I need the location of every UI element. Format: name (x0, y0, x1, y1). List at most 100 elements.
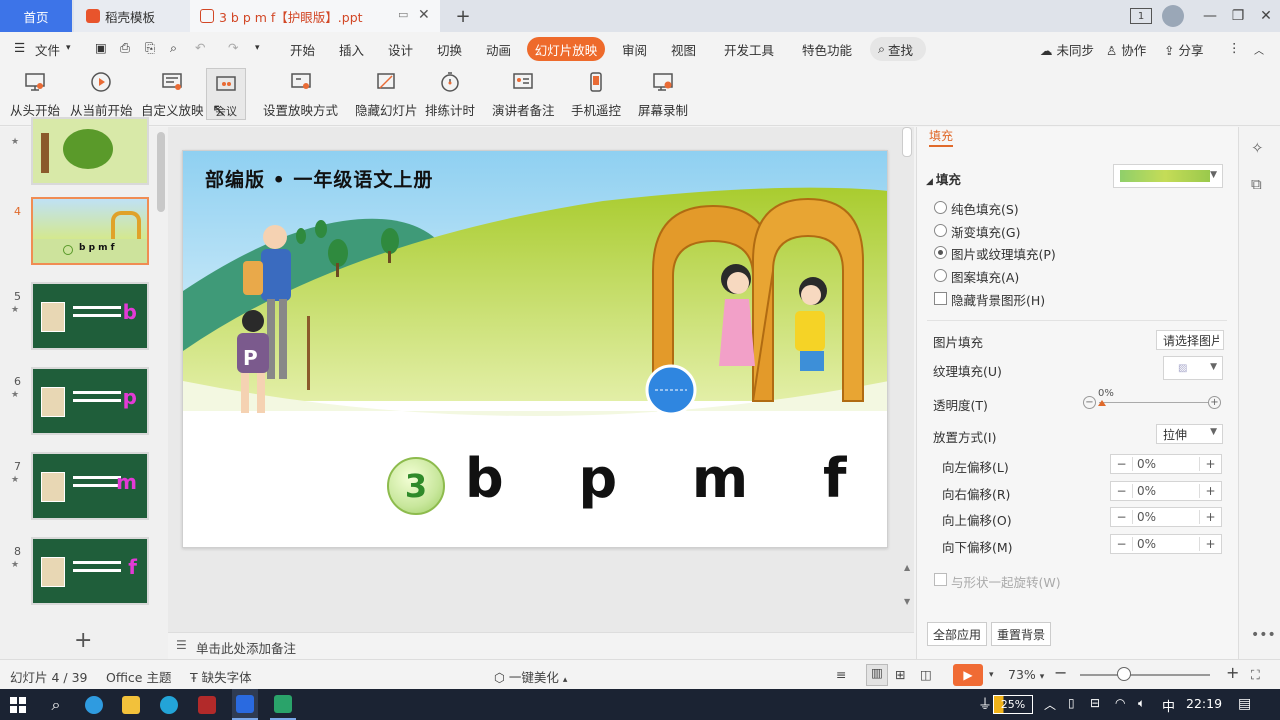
slide-thumbnail[interactable] (31, 117, 149, 185)
minimize-icon[interactable]: — (1200, 6, 1220, 26)
option-label[interactable]: 图案填充(A) (951, 267, 1019, 286)
ie-browser-icon[interactable] (157, 689, 181, 720)
slide-letters[interactable]: b p m f (465, 447, 874, 510)
menu-design[interactable]: 设计 (388, 40, 413, 59)
radio-picture-fill[interactable] (934, 246, 947, 259)
zoom-in-button[interactable]: + (1226, 663, 1239, 682)
notes-placeholder[interactable]: 单击此处添加备注 (196, 638, 296, 657)
radio-gradient-fill[interactable] (934, 224, 947, 237)
notes-bar[interactable]: ☰ 单击此处添加备注 (168, 632, 914, 659)
minus-icon[interactable]: − (1111, 484, 1133, 498)
menu-animation[interactable]: 动画 (486, 40, 511, 59)
slide-thumbnail[interactable]: f (31, 537, 149, 605)
zoom-slider-knob[interactable] (1117, 667, 1131, 681)
power-plug-icon[interactable]: ⏚ (978, 694, 992, 714)
tab-monitor-icon[interactable]: ▭ (398, 8, 408, 21)
redo-icon[interactable]: ↷ (228, 40, 238, 55)
restore-icon[interactable]: ❐ (1228, 6, 1248, 26)
save-icon[interactable]: ▣ (95, 40, 107, 55)
fit-window-icon[interactable]: ⛶ (1251, 667, 1260, 683)
offset-right-stepper[interactable]: −0% + (1110, 481, 1222, 501)
checkbox-rotate-with-shape[interactable] (934, 573, 947, 586)
radio-pattern-fill[interactable] (934, 269, 947, 282)
option-label[interactable]: 图片或纹理填充(P) (951, 244, 1056, 263)
collab-button[interactable]: ♙ 协作 (1106, 40, 1146, 59)
zoom-level[interactable]: 73% ▾ (1008, 667, 1044, 682)
pin-icon[interactable]: ✧ (1251, 139, 1264, 157)
chevron-down-icon[interactable]: ▾ (66, 43, 71, 53)
option-label[interactable]: 渐变填充(G) (951, 222, 1020, 241)
search-icon[interactable]: ⌕ (44, 689, 68, 720)
transparency-slider[interactable] (1099, 402, 1209, 403)
minus-icon[interactable]: − (1111, 510, 1133, 524)
notes-toggle-icon[interactable]: ≡ (836, 667, 846, 682)
ribbon-rehearse-timing[interactable]: 排练计时 (425, 68, 475, 119)
slide-thumbnail[interactable]: m (31, 452, 149, 520)
offset-value[interactable]: 0% (1133, 537, 1199, 551)
offset-value[interactable]: 0% (1133, 510, 1199, 524)
ribbon-custom-show[interactable]: 自定义放映 (141, 68, 204, 119)
sync-status[interactable]: ☁ 未同步 (1040, 40, 1094, 59)
menu-insert[interactable]: 插入 (339, 40, 364, 59)
notification-icon[interactable]: ▤ (1238, 696, 1251, 712)
ribbon-phone-remote[interactable]: 手机遥控 (571, 68, 621, 119)
transparency-plus-button[interactable]: + (1208, 396, 1221, 409)
ribbon-speaker-notes[interactable]: 演讲者备注 (492, 68, 555, 119)
menu-review[interactable]: 审阅 (622, 40, 647, 59)
slide-title[interactable]: 部编版 • 一年级语文上册 (205, 165, 433, 192)
battery-indicator[interactable]: 25% (993, 695, 1033, 714)
menu-transition[interactable]: 切换 (437, 40, 462, 59)
ribbon-show-settings[interactable]: 设置放映方式 (263, 68, 338, 119)
plus-icon[interactable]: + (1199, 457, 1221, 471)
windows-start-icon[interactable] (6, 689, 30, 720)
option-label[interactable]: 隐藏背景图形(H) (951, 290, 1045, 309)
menu-devtools[interactable]: 开发工具 (724, 40, 774, 59)
more-icon[interactable]: ••• (1251, 627, 1276, 643)
minus-icon[interactable]: − (1111, 537, 1133, 551)
share-button[interactable]: ⇪ 分享 (1164, 40, 1203, 59)
tab-close-icon[interactable]: ✕ (418, 7, 430, 23)
offset-left-stepper[interactable]: −0% + (1110, 454, 1222, 474)
wifi-icon[interactable]: ◠ (1115, 696, 1125, 710)
copy-format-icon[interactable]: ⧉ (1251, 175, 1262, 193)
offset-value[interactable]: 0% (1133, 484, 1199, 498)
transparency-minus-button[interactable]: − (1083, 396, 1096, 409)
reading-view-icon[interactable]: ◫ (920, 667, 932, 682)
offset-bottom-stepper[interactable]: −0% + (1110, 534, 1222, 554)
option-label[interactable]: 纯色填充(S) (951, 199, 1019, 218)
menu-view[interactable]: 视图 (671, 40, 696, 59)
menu-file[interactable]: 文件 (35, 40, 60, 59)
checkbox-hide-bg-graphics[interactable] (934, 292, 947, 305)
wps-presentation-icon[interactable] (270, 689, 296, 720)
add-slide-button[interactable]: + (74, 628, 92, 653)
collapse-ribbon-icon[interactable]: ︿ (1254, 42, 1264, 57)
new-tab-button[interactable]: + (452, 0, 474, 32)
network-icon[interactable]: ⊟ (1090, 696, 1100, 710)
menu-special[interactable]: 特色功能 (802, 40, 852, 59)
print-icon[interactable]: ⎘ (145, 40, 155, 56)
texture-fill-select[interactable]: ▨ ▼ (1163, 356, 1223, 380)
ribbon-hide-slide[interactable]: 隐藏幻灯片 (355, 68, 418, 119)
lesson-number-badge[interactable]: 3 (387, 457, 445, 515)
beautify-button[interactable]: ⬡ 一键美化 ▴ (494, 667, 567, 686)
plus-icon[interactable]: + (1199, 510, 1221, 524)
file-explorer-icon[interactable] (119, 689, 143, 720)
menu-start[interactable]: 开始 (290, 40, 315, 59)
edge-browser-icon[interactable] (82, 689, 106, 720)
volume-icon[interactable]: 🔈︎ (1138, 696, 1145, 711)
editor-scrollbar[interactable] (902, 127, 912, 157)
preview-icon[interactable]: ⌕ (170, 40, 177, 56)
tab-document[interactable]: 3 b p m f【护眼版】.ppt ▭ ✕ (190, 0, 440, 32)
plus-icon[interactable]: + (1199, 537, 1221, 551)
wps-writer-icon[interactable] (232, 689, 258, 720)
scroll-down-icon[interactable]: ▼ (904, 597, 910, 606)
tab-template[interactable]: 稻壳模板 (74, 0, 190, 32)
slide-canvas[interactable]: P 部编版 • 一年级语文上册 3 b p m f (182, 150, 888, 548)
slide-thumbnail[interactable]: b (31, 282, 149, 350)
zoom-slider[interactable] (1080, 674, 1210, 676)
ribbon-screen-record[interactable]: 屏幕录制 (638, 68, 688, 119)
theme-name[interactable]: Office 主题 (106, 667, 171, 686)
ime-indicator[interactable]: 中 (1162, 696, 1175, 715)
picture-fill-select[interactable]: 请选择图片 (1156, 330, 1224, 350)
play-slideshow-button[interactable]: ▶ (953, 664, 983, 686)
